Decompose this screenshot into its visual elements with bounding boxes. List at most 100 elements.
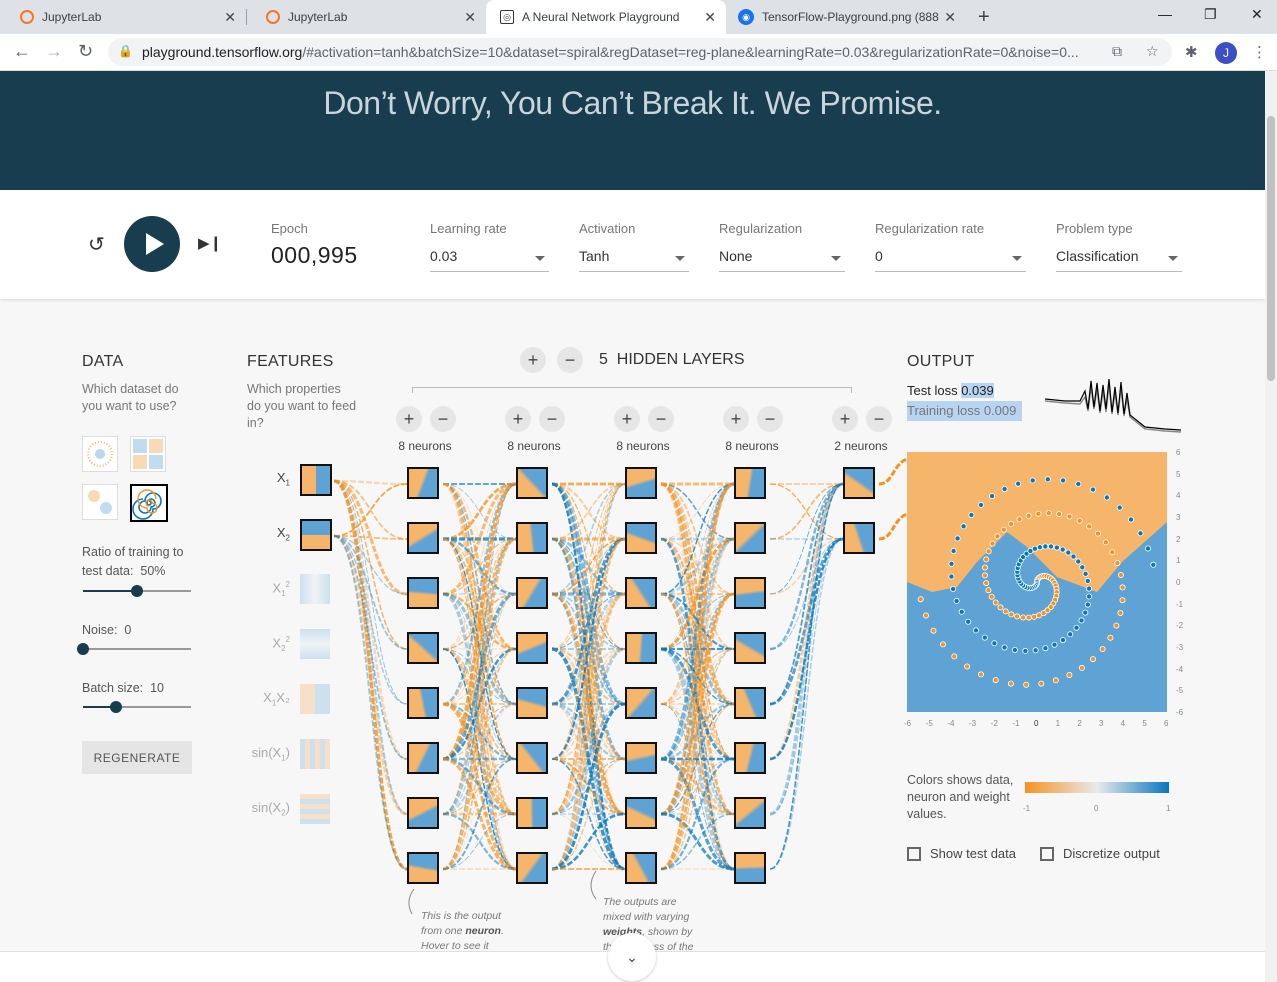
weight-line[interactable] [333, 479, 408, 761]
output-weight-line[interactable] [878, 457, 908, 486]
neuron[interactable] [625, 577, 657, 609]
neuron[interactable] [407, 687, 439, 719]
blue-data-point [1089, 486, 1096, 493]
output-weight-line[interactable] [878, 512, 908, 541]
weight-line[interactable] [769, 538, 844, 815]
add-neuron-button[interactable]: + [832, 406, 858, 432]
weight-line[interactable] [769, 482, 844, 816]
weight-line[interactable] [442, 482, 517, 761]
restore-icon[interactable]: ❐ [1204, 6, 1217, 23]
neuron[interactable] [516, 687, 548, 719]
weight-line[interactable] [551, 483, 626, 760]
add-neuron-button[interactable]: + [505, 406, 531, 432]
weight-line[interactable] [660, 482, 735, 761]
neuron[interactable] [516, 522, 548, 554]
neuron[interactable] [734, 797, 766, 829]
remove-neuron-button[interactable]: − [866, 406, 892, 432]
neuron[interactable] [516, 852, 548, 884]
close-tab-icon[interactable]: ✕ [944, 9, 956, 26]
close-tab-icon[interactable]: ✕ [464, 9, 476, 26]
tab-neural-network-playground[interactable]: ◎ A Neural Network Playground ✕ [486, 0, 726, 34]
tab-jupyterlab-1[interactable]: JupyterLab ✕ [0, 0, 246, 34]
neuron[interactable] [734, 687, 766, 719]
neuron[interactable] [625, 632, 657, 664]
neuron[interactable] [734, 632, 766, 664]
neuron[interactable] [516, 742, 548, 774]
add-neuron-button[interactable]: + [723, 406, 749, 432]
neuron[interactable] [734, 852, 766, 884]
neuron[interactable] [516, 632, 548, 664]
neuron[interactable] [516, 577, 548, 609]
neuron[interactable] [516, 797, 548, 829]
neuron[interactable] [407, 797, 439, 829]
weight-line[interactable] [551, 592, 626, 871]
weight-line[interactable] [333, 534, 408, 816]
weight-line[interactable] [333, 535, 408, 595]
lock-icon[interactable]: 🔒 [118, 44, 133, 58]
minimize-icon[interactable]: — [1158, 6, 1172, 22]
weight-line[interactable] [442, 537, 517, 816]
weight-line[interactable] [660, 537, 735, 816]
weight-line[interactable] [551, 537, 626, 816]
weight-line[interactable] [333, 535, 408, 870]
url-text[interactable]: playground.tensorflow.org/#activation=ta… [142, 44, 1097, 60]
new-tab-button[interactable]: + [978, 6, 990, 29]
neuron[interactable] [625, 852, 657, 884]
close-tab-icon[interactable]: ✕ [704, 9, 716, 26]
neuron[interactable] [625, 687, 657, 719]
forward-icon[interactable]: → [45, 41, 63, 62]
weight-line[interactable] [769, 538, 844, 650]
back-icon[interactable]: ← [13, 41, 31, 62]
extensions-icon[interactable]: ✱ [1185, 43, 1198, 61]
close-tab-icon[interactable]: ✕ [224, 9, 236, 26]
neuron[interactable] [843, 522, 875, 554]
discretize-output-checkbox[interactable] [1040, 847, 1054, 861]
address-bar[interactable]: 🔒 playground.tensorflow.org/#activation=… [108, 38, 1172, 66]
close-window-icon[interactable]: ✕ [1251, 6, 1263, 23]
bookmark-star-icon[interactable]: ☆ [1146, 43, 1159, 60]
orange-data-point [989, 540, 996, 547]
neuron[interactable] [734, 742, 766, 774]
url-host: playground.tensorflow.org [142, 44, 303, 60]
neuron[interactable] [407, 577, 439, 609]
remove-neuron-button[interactable]: − [757, 406, 783, 432]
neuron[interactable] [407, 742, 439, 774]
neuron[interactable] [407, 852, 439, 884]
neuron[interactable] [407, 467, 439, 499]
weight-line[interactable] [333, 535, 408, 760]
avatar[interactable]: J [1215, 42, 1237, 64]
neuron[interactable] [625, 797, 657, 829]
page-scrollbar[interactable] [1265, 71, 1277, 982]
neuron[interactable] [734, 577, 766, 609]
add-neuron-button[interactable]: + [614, 406, 640, 432]
translate-icon[interactable]: ⧉ [1112, 43, 1122, 60]
neuron[interactable] [843, 467, 875, 499]
tab-tensorflow-png[interactable]: ◉ TensorFlow-Playground.png (888 ✕ [726, 0, 966, 34]
y-tick-label: -3 [1176, 643, 1184, 652]
remove-neuron-button[interactable]: − [648, 406, 674, 432]
neuron[interactable] [407, 522, 439, 554]
show-test-data-label[interactable]: Show test data [930, 846, 1016, 861]
discretize-output-label[interactable]: Discretize output [1063, 846, 1160, 861]
weight-line[interactable] [769, 538, 844, 870]
neuron[interactable] [407, 632, 439, 664]
remove-neuron-button[interactable]: − [430, 406, 456, 432]
menu-icon[interactable]: ⋮ [1252, 43, 1267, 61]
reload-icon[interactable]: ↻ [78, 41, 93, 62]
neuron[interactable] [625, 742, 657, 774]
neuron[interactable] [734, 467, 766, 499]
neuron[interactable] [625, 522, 657, 554]
neuron[interactable] [734, 522, 766, 554]
add-neuron-button[interactable]: + [396, 406, 422, 432]
remove-neuron-button[interactable]: − [539, 406, 565, 432]
weight-line[interactable] [442, 593, 517, 870]
neuron[interactable] [625, 467, 657, 499]
weight-line[interactable] [333, 480, 408, 540]
weight-line[interactable] [769, 482, 844, 761]
neuron[interactable] [516, 467, 548, 499]
scroll-down-button[interactable]: ⌄ [608, 933, 656, 981]
tab-jupyterlab-2[interactable]: JupyterLab ✕ [246, 0, 486, 34]
show-test-data-checkbox[interactable] [907, 847, 921, 861]
scrollbar-thumb[interactable] [1267, 116, 1275, 381]
test-loss-line [1045, 379, 1182, 431]
